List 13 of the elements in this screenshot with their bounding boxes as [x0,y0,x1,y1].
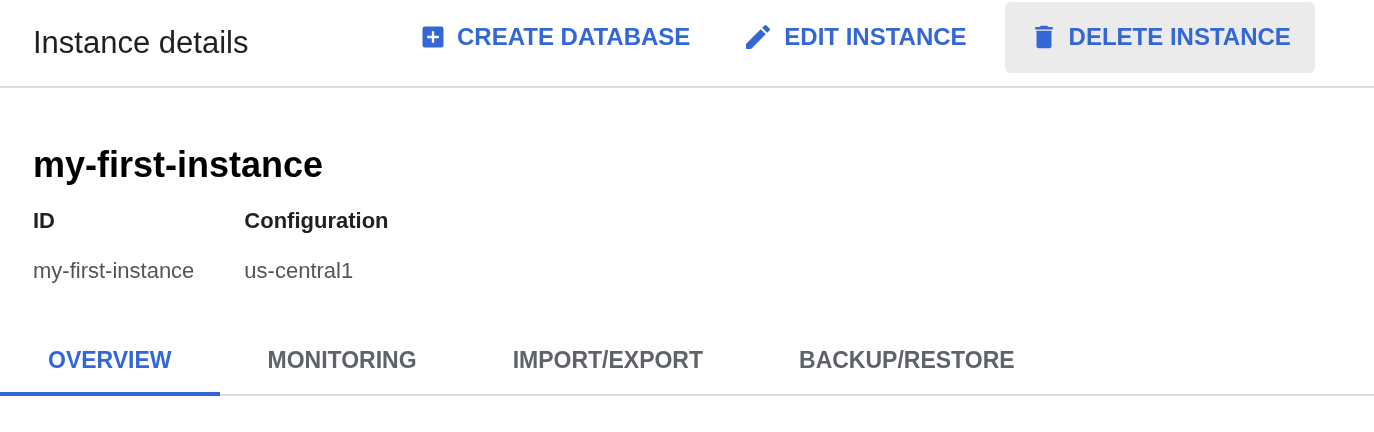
field-label: ID [33,208,56,234]
tab[interactable]: BACKUP/RESTORE [751,328,1063,396]
page-title: Instance details [33,25,250,61]
field-value: us-central1 [244,258,355,284]
field-value: my-first-instance [33,258,195,284]
edit-button[interactable]: EDIT INSTANCE [728,1,981,73]
tab[interactable]: MONITORING [219,328,465,396]
tab[interactable]: IMPORT/EXPORT [464,328,752,396]
instance-name: my-first-instance [33,144,325,186]
tab[interactable]: OVERVIEW [0,328,220,396]
field-label: Configuration [244,208,389,234]
create-button[interactable]: CREATE DATABASE [405,1,705,73]
delete-button[interactable]: DELETE INSTANCE [1004,1,1315,73]
